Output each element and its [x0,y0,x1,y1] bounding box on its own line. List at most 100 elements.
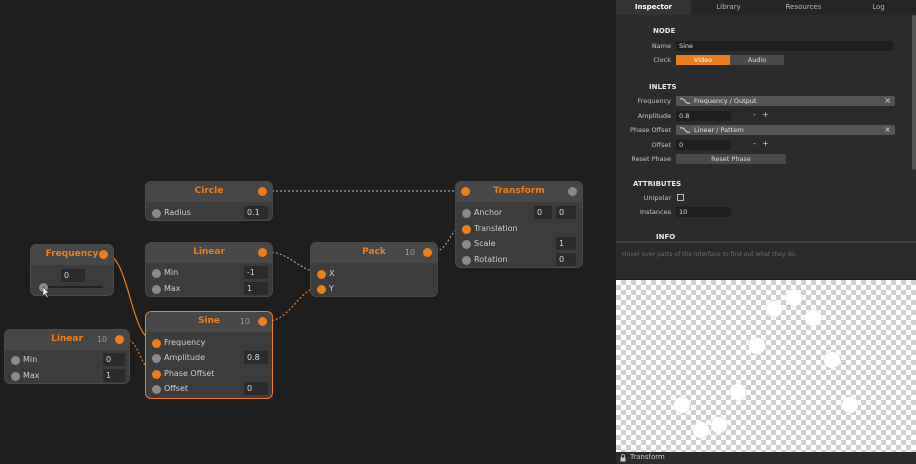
outlet-dot[interactable] [99,250,108,259]
tab-resources[interactable]: Resources [766,0,841,15]
clock-audio-button[interactable]: Audio [730,55,784,65]
outlet-dot[interactable] [115,335,124,344]
inlet-row-y[interactable]: Y [311,282,437,296]
inlet-value[interactable]: 0.1 [244,206,268,219]
outlet-dot[interactable] [258,248,267,257]
node-linear-left[interactable]: Linear 10 Min 0 Max 1 [4,329,130,384]
amplitude-decrement-button[interactable]: - [753,110,756,119]
inspector-scrollbar[interactable] [912,15,916,170]
inlet-row-scale[interactable]: Scale 1 [456,237,582,251]
status-bar: Transform [616,452,916,464]
inlet-value[interactable]: 0 [103,353,125,366]
offset-field[interactable]: 0 [676,140,731,150]
rendered-circle [824,352,840,368]
inlet-row-x[interactable]: X [311,267,437,281]
outlet-dot[interactable] [423,248,432,257]
inlet-row-max[interactable]: Max 1 [146,282,272,296]
link-icon [680,127,691,133]
inlet-dot[interactable] [152,285,161,294]
inlet-dot[interactable] [152,339,161,348]
node-header[interactable]: Pack 10 [311,243,437,263]
inlet-dot[interactable] [152,385,161,394]
inlet-dot[interactable] [317,270,326,279]
inlet-value[interactable]: 0 [244,382,268,395]
inlet-dot[interactable] [152,354,161,363]
inlet-row-min[interactable]: Min -1 [146,266,272,280]
phase-offset-link-field[interactable]: Linear / Pattern × [676,125,895,135]
inlet-row-offset[interactable]: Offset 0 [146,382,272,396]
inlet-value-2[interactable]: 0 [556,206,576,219]
lock-icon[interactable] [620,454,626,462]
status-node-label: Transform [630,453,665,461]
inlet-row-frequency[interactable]: Frequency [146,336,272,350]
inlet-value[interactable]: 1 [556,237,576,250]
rendered-circle [766,301,782,317]
inlet-row-translation[interactable]: Translation [456,222,582,236]
inlet-value[interactable]: 0 [534,206,552,219]
node-header[interactable]: Linear [146,243,272,263]
inlet-dot[interactable] [152,209,161,218]
tab-inspector[interactable]: Inspector [616,0,691,15]
inlet-dot[interactable] [317,285,326,294]
inlet-row-max[interactable]: Max 1 [5,369,129,383]
node-header[interactable]: Frequency [31,245,113,265]
node-header[interactable]: Linear 10 [5,330,129,350]
node-header[interactable]: Sine 10 [146,312,272,332]
amplitude-increment-button[interactable]: + [762,110,769,119]
inlet-dot[interactable] [462,209,471,218]
frequency-value-input[interactable]: 0 [61,269,85,282]
inlet-value[interactable]: 0.8 [244,351,268,364]
node-linear-top[interactable]: Linear Min -1 Max 1 [145,242,273,297]
inlet-row-min[interactable]: Min 0 [5,353,129,367]
render-preview[interactable] [616,280,916,452]
inlet-dot[interactable] [11,356,20,365]
clock-video-button[interactable]: Video [676,55,730,65]
outlet-dot[interactable] [258,317,267,326]
inlet-value[interactable]: 0 [556,253,576,266]
node-header[interactable]: Circle [146,182,272,202]
node-title: Pack [362,247,386,257]
unipolar-checkbox[interactable] [677,194,684,201]
tab-log[interactable]: Log [841,0,916,15]
frequency-link-field[interactable]: Frequency / Output × [676,96,895,106]
inlet-value[interactable]: 1 [244,282,268,295]
close-icon[interactable]: × [884,125,891,134]
section-info-title: INFO [656,233,676,241]
inlet-row-radius[interactable]: Radius 0.1 [146,206,272,220]
tab-library[interactable]: Library [691,0,766,15]
inlet-row-anchor[interactable]: Anchor 0 0 [456,206,582,220]
instances-field[interactable]: 10 [676,207,731,217]
inlet-row-rotation[interactable]: Rotation 0 [456,253,582,267]
inlet-value[interactable]: 1 [103,369,125,382]
inlet-dot[interactable] [152,269,161,278]
inlet-value[interactable]: -1 [244,266,268,279]
node-sine[interactable]: Sine 10 Frequency Amplitude 0.8 Phase Of… [145,311,273,399]
inlet-dot[interactable] [11,372,20,381]
amplitude-field[interactable]: 0.8 [676,111,731,121]
hint-pane: Hover over parts of the interface to fin… [616,241,916,279]
inlet-dot[interactable] [462,240,471,249]
inlet-dot[interactable] [462,256,471,265]
section-node-title: NODE [653,27,676,35]
inlet-label: Min [164,268,179,277]
node-graph-canvas[interactable]: Circle Radius 0.1 Transform Anchor 0 0 T… [0,0,616,464]
outlet-dot[interactable] [258,187,267,196]
inlet-dot[interactable] [462,225,471,234]
node-pack[interactable]: Pack 10 X Y [310,242,438,297]
node-frequency[interactable]: Frequency 0 [30,244,114,298]
inlet-row-phase-offset[interactable]: Phase Offset [146,367,272,381]
instances-label: Instances [639,208,671,216]
node-transform[interactable]: Transform Anchor 0 0 Translation Scale 1… [455,181,583,268]
outlet-dot[interactable] [568,187,577,196]
instance-count: 10 [404,248,415,257]
reset-phase-button[interactable]: Reset Phase [676,154,786,164]
name-field[interactable]: Sine [676,41,893,51]
node-header[interactable]: Transform [456,182,582,202]
offset-increment-button[interactable]: + [762,139,769,148]
node-circle[interactable]: Circle Radius 0.1 [145,181,273,221]
offset-decrement-button[interactable]: - [753,139,756,148]
inlet-row-amplitude[interactable]: Amplitude 0.8 [146,351,272,365]
offset-inlet-label: Offset [651,141,671,149]
inlet-dot[interactable] [152,370,161,379]
close-icon[interactable]: × [884,96,891,105]
